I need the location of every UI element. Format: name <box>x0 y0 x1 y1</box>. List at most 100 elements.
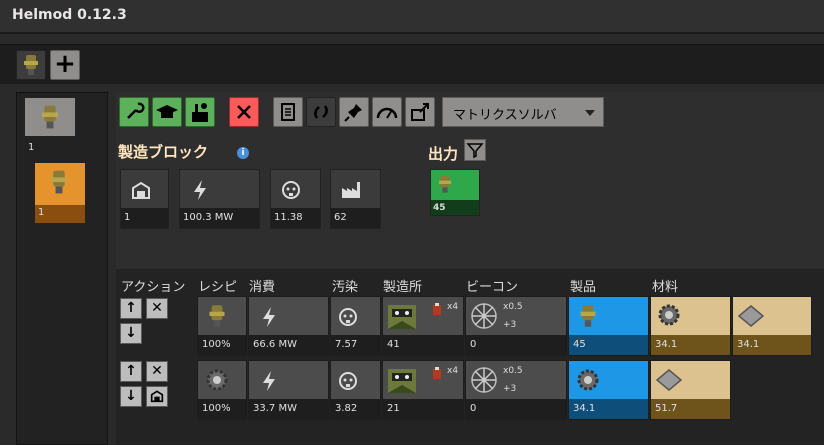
output-item-value: 45 <box>433 203 446 213</box>
stat-power-value: 100.3 MW <box>180 208 259 228</box>
block-list-item-selected[interactable]: 1 <box>35 163 85 223</box>
beacon-cell[interactable]: x0.5 +3 0 <box>465 360 567 420</box>
plus-icon: + <box>54 49 76 79</box>
pollution-icon <box>339 308 357 326</box>
gear-icon <box>658 304 680 326</box>
export-button[interactable] <box>405 97 435 127</box>
pollution-icon <box>339 372 357 390</box>
building-icon <box>132 181 150 199</box>
beacon-cell[interactable]: x0.5 +3 0 <box>465 296 567 356</box>
model-tab-drill[interactable] <box>16 50 46 80</box>
output-item[interactable]: 45 <box>430 169 480 216</box>
beacon-value: 0 <box>466 399 566 419</box>
factory-cell[interactable]: x4 21 <box>382 360 464 420</box>
arrow-up-icon: ↑ <box>125 300 137 316</box>
output-title: 出力 <box>428 145 459 163</box>
chevron-down-icon <box>585 110 595 116</box>
stat-factories: 62 <box>330 169 381 229</box>
settings-button[interactable] <box>119 97 149 127</box>
link-button[interactable] <box>306 97 336 127</box>
solver-dropdown-label: マトリクスソルバ <box>453 108 557 123</box>
stat-buildings-value: 1 <box>121 208 168 228</box>
gear-icon <box>577 369 599 391</box>
drill-icon <box>439 175 451 193</box>
move-up-button[interactable]: ↑ <box>120 361 142 382</box>
product-value: 34.1 <box>569 399 648 419</box>
pin-button[interactable] <box>339 97 369 127</box>
drill-icon <box>24 55 38 75</box>
power-value: 66.6 MW <box>249 335 328 355</box>
product-cell[interactable]: 45 <box>568 296 649 356</box>
building-icon <box>150 390 164 403</box>
graduation-cap-icon <box>156 105 178 118</box>
pollution-value: 7.57 <box>331 335 380 355</box>
column-header-recipe: レシピ <box>198 280 238 295</box>
recipe-cell[interactable]: 100% <box>197 360 247 420</box>
stat-power: 100.3 MW <box>179 169 260 229</box>
ingredient-cell[interactable]: 34.1 <box>732 296 812 356</box>
wrench-icon <box>127 102 145 119</box>
factory-icon <box>342 182 360 198</box>
pin-icon <box>344 104 362 122</box>
factory-modules: x4 <box>447 302 459 312</box>
pollution-icon <box>282 181 300 199</box>
factory-modules: x4 <box>447 366 459 376</box>
education-button[interactable] <box>152 97 182 127</box>
info-icon[interactable]: i <box>237 147 249 159</box>
drill-icon <box>209 305 225 327</box>
gauge-icon <box>376 107 398 119</box>
arrow-down-icon: ↓ <box>125 325 137 341</box>
delete-row-button[interactable]: ✕ <box>146 361 168 382</box>
power-icon <box>263 371 275 391</box>
model-tab-bar <box>0 44 824 84</box>
factory-smoke-icon <box>192 103 208 122</box>
delete-row-button[interactable]: ✕ <box>146 298 168 319</box>
drill-icon <box>580 305 596 327</box>
solver-dropdown[interactable]: マトリクスソルバ <box>442 97 604 127</box>
beacon-plus: +3 <box>503 320 517 330</box>
export-icon <box>411 103 429 121</box>
pollution-cell: 7.57 <box>330 296 381 356</box>
link-icon <box>314 105 328 119</box>
move-to-block-button[interactable] <box>146 386 168 407</box>
stat-pollution-value: 11.38 <box>271 208 320 228</box>
recipe-percent: 100% <box>198 335 246 355</box>
delete-button[interactable] <box>229 97 259 127</box>
beacon-multiplier: x0.5 <box>503 366 523 376</box>
assembling-machine-icon <box>388 369 416 393</box>
drill-icon <box>51 170 67 194</box>
filter-icon <box>466 143 484 159</box>
beacon-multiplier: x0.5 <box>503 302 523 312</box>
recipe-cell[interactable]: 100% <box>197 296 247 356</box>
beacon-icon <box>471 303 497 329</box>
gear-icon <box>206 369 228 391</box>
close-icon: ✕ <box>151 363 163 379</box>
speed-button[interactable] <box>372 97 402 127</box>
iron-plate-icon <box>737 305 765 327</box>
ingredient-value: 34.1 <box>733 335 811 355</box>
pollution-cell: 3.82 <box>330 360 381 420</box>
arrow-up-icon: ↑ <box>125 363 137 379</box>
pollution-button[interactable] <box>185 97 215 127</box>
iron-plate-icon <box>655 369 683 391</box>
factory-value: 41 <box>383 335 463 355</box>
move-down-button[interactable]: ↓ <box>120 386 142 407</box>
power-icon <box>194 180 206 200</box>
column-header-ingredients: 材料 <box>652 280 679 295</box>
factory-value: 21 <box>383 399 463 419</box>
beacon-plus: +3 <box>503 384 517 394</box>
product-cell[interactable]: 34.1 <box>568 360 649 420</box>
ingredient-cell[interactable]: 34.1 <box>650 296 731 356</box>
move-up-button[interactable]: ↑ <box>120 298 142 319</box>
ingredient-value: 51.7 <box>651 399 730 419</box>
output-filter-button[interactable] <box>464 139 486 161</box>
factory-cell[interactable]: x4 41 <box>382 296 464 356</box>
column-header-products: 製品 <box>570 280 597 295</box>
column-header-pollution: 汚染 <box>332 280 359 295</box>
close-icon: ✕ <box>151 300 163 316</box>
document-button[interactable] <box>273 97 303 127</box>
add-model-button[interactable]: + <box>50 50 80 80</box>
block-list-item[interactable] <box>25 98 75 136</box>
move-down-button[interactable]: ↓ <box>120 323 142 344</box>
ingredient-cell[interactable]: 51.7 <box>650 360 731 420</box>
